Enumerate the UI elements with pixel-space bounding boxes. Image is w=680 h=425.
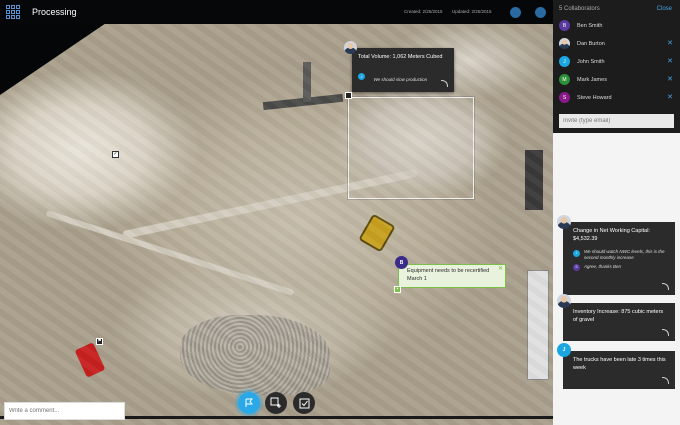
volume-popup-reply: J We should slow production xyxy=(358,68,454,86)
add-area-icon xyxy=(270,397,281,408)
reply-text: Agree, thanks Ben xyxy=(584,264,622,269)
map-road xyxy=(45,209,295,297)
comment-title: Inventory Increase: 875 cubic meters of … xyxy=(573,309,664,323)
avatar: J xyxy=(557,343,571,357)
avatar: B xyxy=(559,20,570,31)
avatar xyxy=(559,38,570,49)
rubble-pile xyxy=(180,315,330,395)
remove-icon[interactable]: ✕ xyxy=(667,39,673,47)
avatar: J xyxy=(559,56,570,67)
collaborator-row[interactable]: Dan Burton ✕ xyxy=(559,38,675,50)
equipment-note-text: Equipment needs to be recertified March … xyxy=(407,268,490,282)
top-bar: Processing Created: 2/25/2015 Updated: 2… xyxy=(0,0,553,24)
collaborator-row[interactable]: M Mark James ✕ xyxy=(559,74,675,86)
reply-avatar: J xyxy=(358,73,365,81)
remove-icon[interactable]: ✕ xyxy=(667,93,673,101)
comment-title: Change in Net Working Capital: $4,532.39 xyxy=(573,228,650,242)
flag-marker-icon[interactable]: ⚑ xyxy=(96,338,103,345)
created-date: Created: 2/25/2015 xyxy=(404,9,443,14)
close-icon[interactable]: ✕ xyxy=(498,266,503,274)
reply-avatar: S xyxy=(573,264,580,271)
selection-area[interactable] xyxy=(348,97,474,199)
flag-icon xyxy=(245,398,254,407)
reply-text: We should watch NWC levels, this is the … xyxy=(584,249,665,260)
comment-reply: J We should watch NWC levels, this is th… xyxy=(573,249,669,261)
share-icon[interactable] xyxy=(510,7,521,18)
conveyor-structure xyxy=(262,93,344,111)
yellow-loader xyxy=(358,213,396,253)
checklist-icon xyxy=(299,398,309,408)
comment-card[interactable]: The trucks have been late 3 times this w… xyxy=(563,351,675,389)
collaborator-row[interactable]: S Steve Howard ✕ xyxy=(559,92,675,104)
pin-marker-icon[interactable] xyxy=(345,92,352,99)
invite-input[interactable] xyxy=(559,114,674,128)
avatar xyxy=(557,294,571,308)
remove-icon[interactable]: ✕ xyxy=(667,75,673,83)
avatar xyxy=(344,41,357,54)
remove-icon[interactable]: ✕ xyxy=(667,57,673,65)
map-road xyxy=(122,168,418,240)
reply-avatar: J xyxy=(573,250,580,257)
volume-popup[interactable]: Total Volume: 1,062 Meters Cubed J We sh… xyxy=(352,48,454,92)
collaborator-name: Ben Smith xyxy=(577,23,603,29)
reply-icon[interactable] xyxy=(662,329,669,336)
collaborators-icon[interactable] xyxy=(535,7,546,18)
flag-tool-button[interactable] xyxy=(238,392,260,414)
collaborator-row[interactable]: B Ben Smith xyxy=(559,20,675,32)
comment-input[interactable] xyxy=(4,402,125,420)
collaborator-row[interactable]: J John Smith ✕ xyxy=(559,56,675,68)
reply-text: We should slow production xyxy=(373,77,428,82)
comment-reply: S Agree, thanks Ben xyxy=(573,264,669,271)
add-area-button[interactable] xyxy=(265,392,287,414)
collaborator-name: Dan Burton xyxy=(577,41,605,47)
collaborator-name: John Smith xyxy=(577,59,605,65)
updated-date: Updated: 2/25/2015 xyxy=(452,9,492,14)
close-button[interactable]: Close xyxy=(657,6,672,12)
avatar: M xyxy=(559,74,570,85)
reply-icon[interactable] xyxy=(662,283,669,290)
collaborator-name: Steve Howard xyxy=(577,95,612,101)
volume-popup-title: Total Volume: 1,062 Meters Cubed xyxy=(358,54,443,60)
red-truck xyxy=(74,342,106,378)
comment-card[interactable]: Inventory Increase: 875 cubic meters of … xyxy=(563,303,675,341)
avatar: S xyxy=(559,92,570,103)
equipment-note-popup[interactable]: Equipment needs to be recertified March … xyxy=(398,264,506,288)
page-title: Processing xyxy=(32,7,77,17)
avatar xyxy=(557,215,571,229)
checklist-button[interactable] xyxy=(293,392,315,414)
collaborators-title: 5 Collaborators xyxy=(559,6,600,12)
comment-title: The trucks have been late 3 times this w… xyxy=(573,357,666,371)
trailer xyxy=(527,270,549,380)
parked-equipment xyxy=(525,150,543,210)
checkbox-marker-icon[interactable]: ✓ xyxy=(112,151,119,158)
collaborator-name: Mark James xyxy=(577,77,607,83)
comment-card[interactable]: Change in Net Working Capital: $4,532.39… xyxy=(563,222,675,295)
note-marker-icon[interactable]: ▪ xyxy=(394,286,401,293)
avatar: B xyxy=(395,256,408,269)
collaborators-panel: 5 Collaborators Close B Ben Smith Dan Bu… xyxy=(553,0,680,133)
app-grid-icon[interactable] xyxy=(6,5,20,19)
reply-icon[interactable] xyxy=(662,377,669,384)
app-window: Processing Created: 2/25/2015 Updated: 2… xyxy=(0,0,680,425)
conveyor-structure xyxy=(303,62,311,102)
comments-panel: Change in Net Working Capital: $4,532.39… xyxy=(553,133,680,425)
